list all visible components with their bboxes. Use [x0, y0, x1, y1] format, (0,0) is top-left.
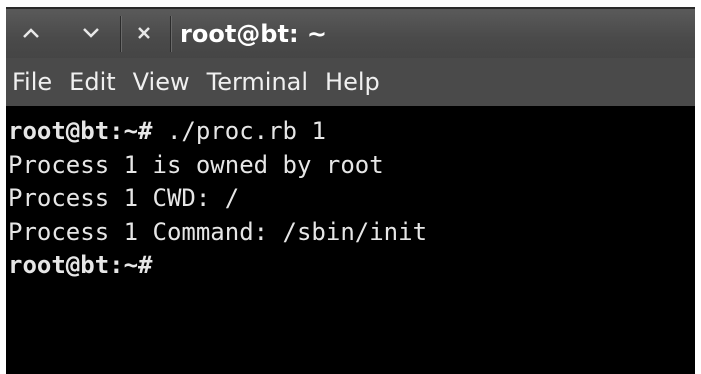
- chevron-down-icon[interactable]: [74, 16, 108, 50]
- terminal-line: root@bt:~#: [8, 249, 695, 283]
- terminal-line: Process 1 is owned by root: [8, 149, 695, 183]
- terminal-line: Process 1 Command: /sbin/init: [8, 216, 695, 250]
- terminal-window: root@bt: ~ File Edit View Terminal Help …: [6, 7, 695, 374]
- chevron-up-icon[interactable]: [14, 16, 48, 50]
- output-text: Process 1 CWD: /: [8, 184, 240, 212]
- titlebar-divider: [170, 16, 172, 52]
- terminal-line: root@bt:~# ./proc.rb 1: [8, 115, 695, 149]
- menu-bar: File Edit View Terminal Help: [6, 58, 695, 106]
- menu-terminal[interactable]: Terminal: [207, 68, 308, 96]
- chevron-down-icon-glyph: [83, 28, 99, 38]
- titlebar-divider: [120, 16, 122, 52]
- close-icon-glyph: [138, 27, 150, 39]
- output-text: Process 1 Command: /sbin/init: [8, 217, 428, 246]
- menu-help[interactable]: Help: [325, 68, 380, 96]
- terminal-line: Process 1 CWD: /: [8, 182, 695, 216]
- menu-file[interactable]: File: [12, 68, 52, 96]
- terminal-output[interactable]: root@bt:~# ./proc.rb 1 Process 1 is owne…: [6, 107, 695, 374]
- output-text: Process 1 is owned by root: [8, 150, 384, 179]
- window-title: root@bt: ~: [180, 20, 327, 48]
- menu-edit[interactable]: Edit: [69, 68, 115, 96]
- shell-prompt: root@bt:~#: [8, 117, 153, 145]
- menu-view[interactable]: View: [133, 68, 190, 96]
- close-icon[interactable]: [127, 16, 161, 50]
- shell-prompt: root@bt:~#: [8, 251, 153, 279]
- title-bar[interactable]: root@bt: ~: [6, 7, 695, 58]
- chevron-up-icon-glyph: [23, 28, 39, 38]
- command-text: ./proc.rb 1: [152, 117, 326, 145]
